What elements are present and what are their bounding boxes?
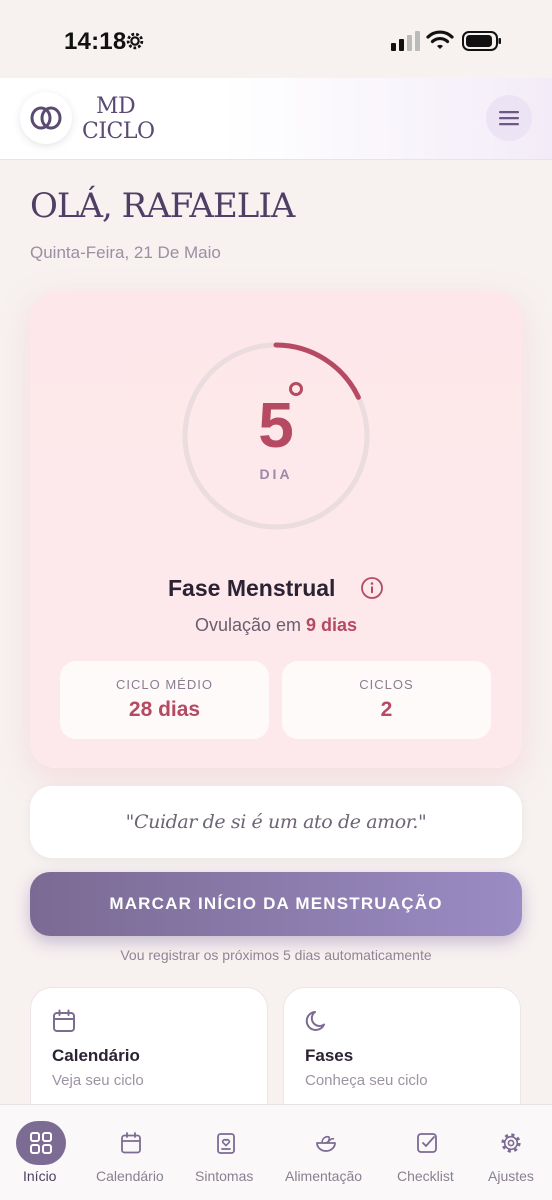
- settings-status-icon: [126, 32, 144, 50]
- menu-button[interactable]: [486, 95, 532, 141]
- grid-icon: [30, 1132, 52, 1154]
- bottom-navigation: Início Calendário Sintomas Alimentação C…: [0, 1104, 552, 1200]
- cycles-count-stat: CICLOS 2: [282, 661, 491, 739]
- nav-active-indicator: [16, 1121, 66, 1165]
- brand-line-1: MD: [96, 94, 136, 119]
- app-header: MD CICLO: [0, 78, 552, 160]
- nav-item-sintomas[interactable]: Sintomas: [194, 1105, 258, 1200]
- nav-item-calendario[interactable]: Calendário: [96, 1105, 168, 1200]
- nav-label: Checklist: [397, 1168, 454, 1184]
- nav-label: Sintomas: [195, 1168, 254, 1184]
- current-date: Quinta-Feira, 21 De Maio: [30, 243, 221, 262]
- card-title: Fases: [305, 1046, 354, 1065]
- logo-icon: [30, 106, 62, 130]
- nav-icon-container: [201, 1121, 251, 1165]
- stat-value: 28 dias: [128, 698, 201, 721]
- cycle-day-label: DIA: [259, 466, 293, 482]
- ovulation-days: 9 dias: [306, 615, 358, 635]
- quote-text: "Cuidar de si é um ato de amor.": [125, 811, 427, 833]
- brand-line-2: CICLO: [82, 119, 155, 144]
- battery-icon: [462, 31, 501, 51]
- info-icon[interactable]: [360, 576, 384, 600]
- card-title: Calendário: [52, 1046, 140, 1065]
- nav-item-inicio[interactable]: Início: [15, 1105, 67, 1200]
- nav-icon-container: [402, 1121, 452, 1165]
- average-cycle-stat: CICLO MÉDIO 28 dias: [60, 661, 269, 739]
- stat-label: CICLOS: [359, 677, 414, 692]
- quote-card: "Cuidar de si é um ato de amor.": [30, 786, 522, 858]
- ovulation-countdown: Ovulação em 9 dias: [30, 615, 522, 636]
- phase-title: Fase Menstrual: [168, 575, 336, 601]
- card-subtitle: Conheça seu ciclo: [305, 1072, 428, 1089]
- nav-label: Alimentação: [285, 1168, 363, 1184]
- status-time: 14:18: [64, 28, 127, 55]
- nav-label: Ajustes: [488, 1168, 534, 1184]
- nav-item-ajustes[interactable]: Ajustes: [486, 1105, 538, 1200]
- nav-item-alimentacao[interactable]: Alimentação: [284, 1105, 370, 1200]
- day-ordinal-mark: [289, 382, 303, 396]
- stat-value: 2: [380, 698, 393, 721]
- nav-label: Início: [23, 1168, 57, 1184]
- mark-period-start-button[interactable]: MARCAR INÍCIO DA MENSTRUAÇÃO: [30, 872, 522, 936]
- status-bar: 14:18: [0, 0, 552, 78]
- cellular-signal-icon: [391, 31, 420, 51]
- wifi-icon: [426, 30, 454, 49]
- auto-register-note: Vou registrar os próximos 5 dias automat…: [120, 947, 432, 963]
- gear-icon: [501, 1133, 521, 1153]
- cycle-day-number: 5: [258, 389, 294, 461]
- stat-label: CICLO MÉDIO: [116, 677, 213, 692]
- ovulation-prefix: Ovulação em: [194, 615, 301, 635]
- salad-icon: [316, 1135, 336, 1152]
- calendar-icon: [53, 1009, 75, 1032]
- checkbox-icon: [417, 1133, 437, 1153]
- clipboard-heart-icon: [217, 1133, 235, 1154]
- logo: [20, 92, 72, 144]
- moon-icon: [305, 1011, 325, 1031]
- greeting-title: OLÁ, RAFAELIA: [30, 186, 295, 226]
- nav-item-checklist[interactable]: Checklist: [396, 1105, 460, 1200]
- nav-label: Calendário: [96, 1168, 164, 1184]
- nav-icon-container: [106, 1121, 156, 1165]
- nav-icon-container: [486, 1121, 536, 1165]
- card-subtitle: Veja seu ciclo: [52, 1072, 144, 1089]
- calendar-icon: [121, 1132, 141, 1154]
- cycle-card: 5 DIA Fase Menstrual Ovulação em 9 dias …: [30, 292, 522, 768]
- nav-icon-container: [301, 1121, 351, 1165]
- hamburger-menu-icon: [499, 111, 519, 126]
- brand-name: MD CICLO: [82, 94, 155, 144]
